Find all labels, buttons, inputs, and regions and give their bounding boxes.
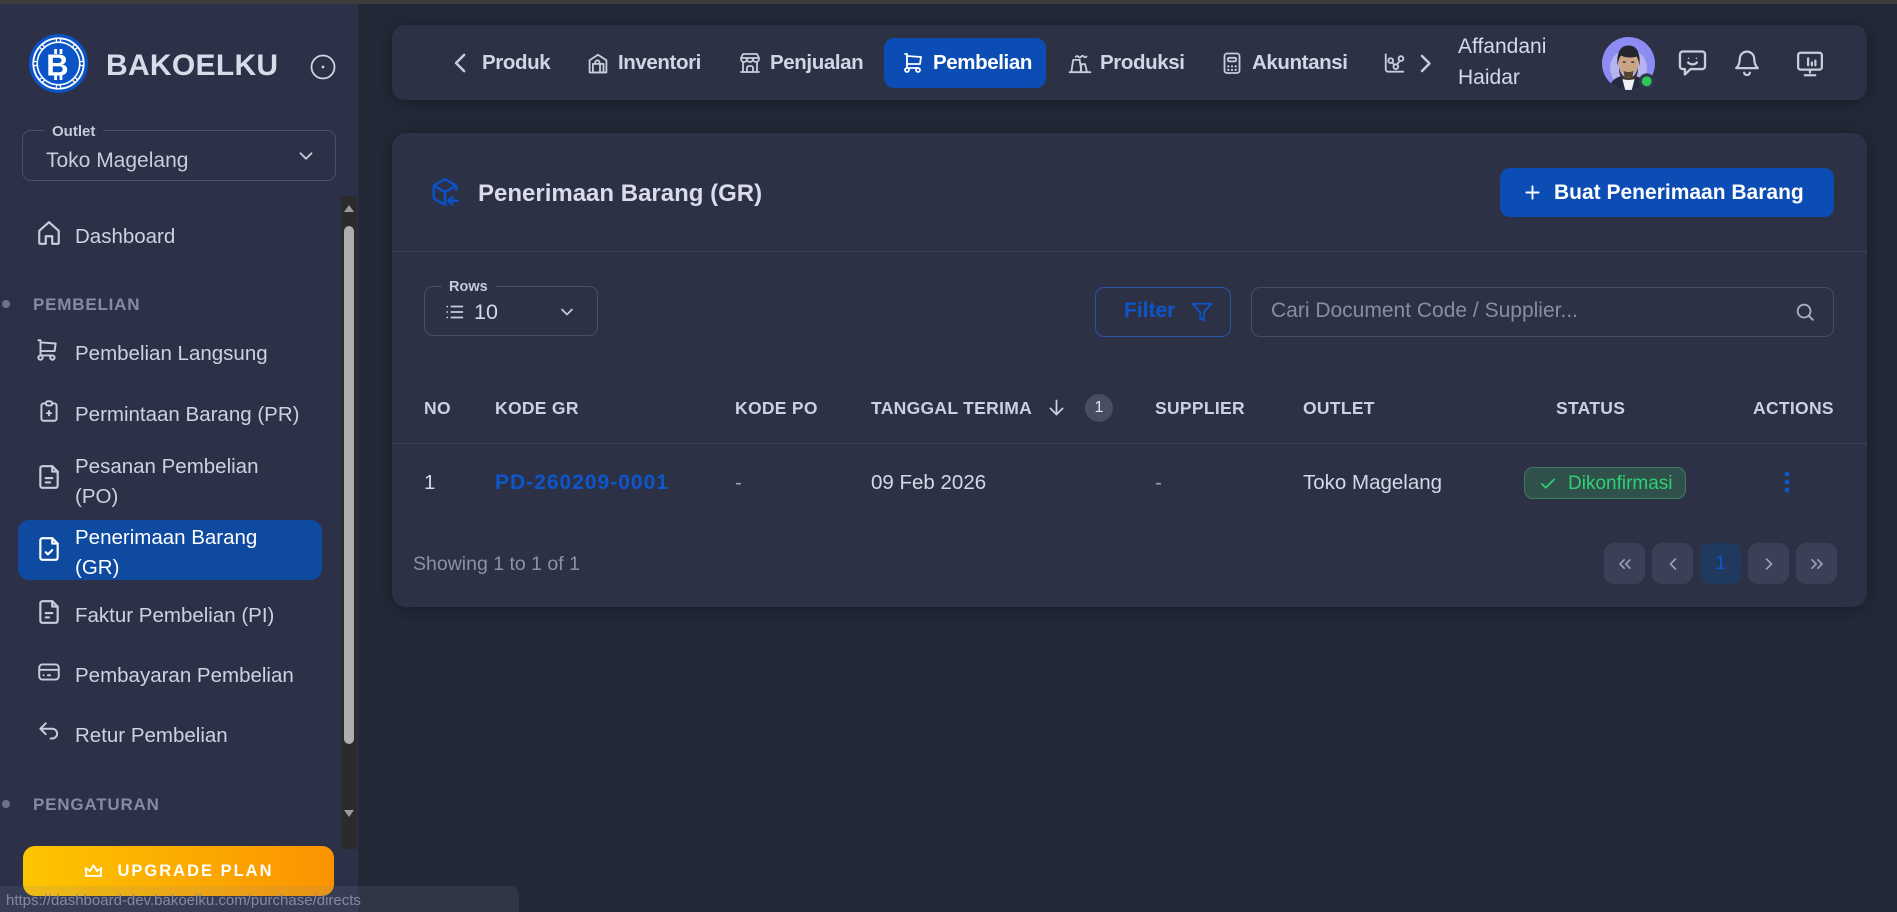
svg-text:B: B [46,48,68,83]
